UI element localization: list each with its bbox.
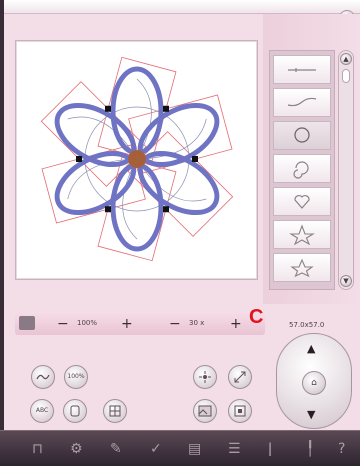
resize-icon bbox=[234, 371, 246, 383]
stitch-list bbox=[269, 50, 335, 290]
stitch-item-heart[interactable] bbox=[273, 187, 331, 216]
scroll-down-button[interactable]: ▼ bbox=[340, 275, 352, 287]
center-button[interactable] bbox=[193, 365, 217, 389]
stitch-item-curve[interactable] bbox=[273, 88, 331, 117]
chevron-up-icon: ▲ bbox=[343, 55, 349, 63]
selection-handle bbox=[163, 105, 169, 112]
text-button[interactable]: ABC bbox=[30, 399, 54, 423]
spiral-icon bbox=[293, 161, 309, 179]
chevron-down-icon: ▼ bbox=[343, 277, 349, 285]
flower-center bbox=[128, 150, 146, 168]
nav-center-button[interactable]: ⌂ bbox=[302, 371, 326, 395]
hoop-icon bbox=[70, 405, 80, 417]
selection-handle bbox=[192, 156, 198, 162]
embroidery-workspace[interactable] bbox=[15, 40, 258, 280]
petal bbox=[110, 162, 164, 252]
zoom-fit-button[interactable]: 100% bbox=[64, 365, 88, 389]
selection-handle bbox=[105, 206, 111, 213]
size-plus-button[interactable]: + bbox=[230, 316, 242, 332]
move-down-arrow-icon[interactable]: ▼ bbox=[307, 408, 315, 421]
petal bbox=[110, 66, 164, 156]
taskbar-book-icon[interactable]: ▤ bbox=[188, 441, 201, 457]
star-icon bbox=[289, 224, 315, 245]
hoop-grid-icon bbox=[109, 405, 121, 417]
selection-handle bbox=[105, 105, 111, 112]
zoom-plus-button[interactable]: + bbox=[121, 316, 133, 332]
text-button-label: ABC bbox=[35, 407, 49, 414]
stitch-item-spiral[interactable] bbox=[273, 154, 331, 183]
scroll-up-button[interactable]: ▲ bbox=[340, 53, 352, 65]
top-bar bbox=[0, 0, 360, 14]
taskbar-menu-icon[interactable]: ⊓ bbox=[32, 441, 43, 457]
taskbar-edit-icon[interactable]: ✎ bbox=[110, 441, 122, 457]
flower-design bbox=[40, 56, 234, 262]
taskbar-settings-icon[interactable]: ⚙ bbox=[70, 441, 83, 457]
resize-button[interactable] bbox=[228, 365, 252, 389]
stitch-item-star[interactable] bbox=[273, 220, 331, 249]
selection-handle bbox=[163, 206, 169, 213]
taskbar-help-icon[interactable]: ? bbox=[338, 441, 345, 457]
left-edge bbox=[0, 0, 4, 430]
zoom-size-toolbar: − 100% + − 30 x + bbox=[15, 313, 265, 335]
hoop-grid-button[interactable] bbox=[103, 399, 127, 423]
frame-icon bbox=[234, 405, 246, 417]
straight-stitch-icon bbox=[288, 68, 316, 72]
star-outline-icon bbox=[290, 258, 314, 278]
circle-icon bbox=[294, 127, 310, 143]
taskbar-thread-icon[interactable]: ǀ bbox=[268, 441, 272, 457]
frame-button[interactable] bbox=[228, 399, 252, 423]
selection-handle bbox=[76, 156, 82, 162]
stitch-item-circle[interactable] bbox=[273, 121, 331, 150]
stitch-list-scrollbar[interactable]: ▲ ▼ bbox=[338, 50, 354, 290]
heart-icon bbox=[294, 195, 310, 209]
taskbar-needle-icon[interactable]: ╿ bbox=[306, 441, 314, 457]
image-button[interactable] bbox=[193, 399, 217, 423]
wave-stitch-icon bbox=[36, 374, 50, 380]
design-size-readout: 57.0x57.0 bbox=[289, 321, 325, 329]
zoom-icon bbox=[19, 316, 35, 330]
stitch-item-straight[interactable] bbox=[273, 55, 331, 84]
move-up-arrow-icon[interactable]: ▲ bbox=[307, 342, 315, 355]
taskbar-check-icon[interactable]: ✓ bbox=[150, 441, 162, 457]
bottom-taskbar: ⊓ ⚙ ✎ ✓ ▤ ☰ ǀ ╿ ? bbox=[0, 430, 360, 466]
hoop-button[interactable] bbox=[63, 399, 87, 423]
zoom-fit-label: 100% bbox=[67, 373, 85, 380]
size-minus-button[interactable]: − bbox=[169, 316, 181, 332]
stitch-item-star-outline[interactable] bbox=[273, 253, 331, 282]
zoom-value: 100% bbox=[77, 319, 98, 327]
image-icon bbox=[198, 405, 212, 417]
taskbar-list-icon[interactable]: ☰ bbox=[228, 441, 241, 457]
scroll-thumb[interactable] bbox=[342, 69, 350, 83]
curved-line-icon bbox=[287, 97, 317, 107]
lock-icon: ⌂ bbox=[311, 378, 317, 388]
wave-stitch-button[interactable] bbox=[31, 365, 55, 389]
center-icon bbox=[199, 371, 211, 383]
callout-marker: C bbox=[249, 306, 264, 328]
zoom-minus-button[interactable]: − bbox=[57, 316, 69, 332]
size-value: 30 x bbox=[189, 319, 205, 327]
navigation-pad: ▲ ⌂ ▼ bbox=[276, 333, 352, 429]
